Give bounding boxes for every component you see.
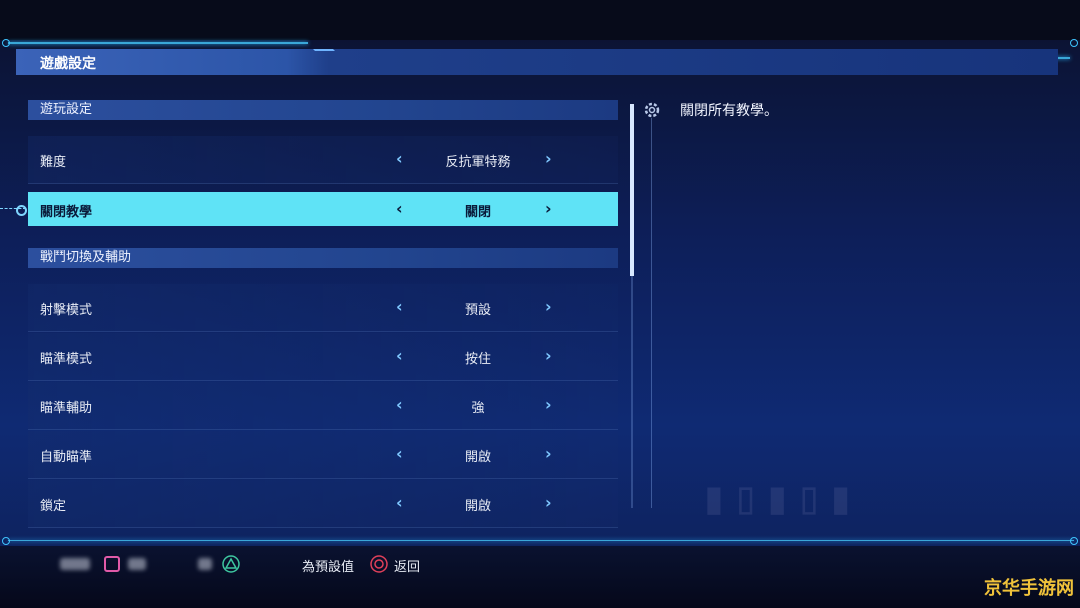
setting-row-auto-aim[interactable]: 自動瞄準 ‹ 開啟 › <box>28 431 618 479</box>
frame-line-top-left <box>8 42 308 44</box>
setting-row-disable-tutorial[interactable]: 關閉教學 ‹ 關閉 › <box>28 192 618 226</box>
arrow-left-icon[interactable]: ‹ <box>396 297 403 316</box>
description-divider <box>651 118 652 508</box>
setting-label: 自動瞄準 <box>40 450 93 465</box>
arrow-left-icon[interactable]: ‹ <box>396 444 403 463</box>
top-band <box>0 0 1080 40</box>
frame-dot-bottom-right <box>1070 537 1078 545</box>
blurred-hint <box>60 558 90 570</box>
frame-dot-top-right <box>1070 39 1078 47</box>
scrollbar-thumb[interactable] <box>630 104 634 276</box>
back-label[interactable]: 返回 <box>394 556 420 575</box>
arrow-right-icon[interactable]: › <box>545 149 552 168</box>
setting-label: 鎖定 <box>40 499 67 514</box>
arrow-right-icon[interactable]: › <box>545 444 552 463</box>
selection-dot <box>16 205 27 216</box>
blurred-hint <box>128 558 146 570</box>
arrow-right-icon[interactable]: › <box>545 493 552 512</box>
arrow-right-icon[interactable]: › <box>545 346 552 365</box>
setting-value: 開啟 <box>464 450 491 465</box>
reset-default-label[interactable]: 為預設值 <box>302 556 354 575</box>
setting-row-fire-mode[interactable]: 射擊模式 ‹ 預設 › <box>28 284 618 332</box>
setting-label: 瞄準輔助 <box>40 401 93 416</box>
circle-button-icon[interactable] <box>370 555 388 573</box>
blurred-hint <box>198 558 212 570</box>
frame-dot-bottom-left <box>2 537 10 545</box>
page-title: 遊戲設定 <box>40 56 96 72</box>
frame-dot-top-left <box>2 39 10 47</box>
title-bar <box>16 49 1058 75</box>
arrow-left-icon[interactable]: ‹ <box>396 346 403 365</box>
setting-value: 按住 <box>464 352 491 367</box>
setting-row-aim-mode[interactable]: 瞄準模式 ‹ 按住 › <box>28 333 618 381</box>
setting-value: 開啟 <box>464 499 491 514</box>
arrow-left-icon[interactable]: ‹ <box>396 395 403 414</box>
arrow-right-icon[interactable]: › <box>545 395 552 414</box>
arrow-left-icon[interactable]: ‹ <box>396 199 403 218</box>
setting-row-difficulty[interactable]: 難度 ‹ 反抗軍特務 › <box>28 136 618 184</box>
setting-label: 難度 <box>40 155 67 170</box>
section-header-gameplay: 遊玩設定 <box>28 100 618 120</box>
arrow-right-icon[interactable]: › <box>545 297 552 316</box>
setting-row-lock-on[interactable]: 鎖定 ‹ 開啟 › <box>28 480 618 528</box>
setting-row-aim-assist[interactable]: 瞄準輔助 ‹ 強 › <box>28 382 618 430</box>
setting-value: 反抗軍特務 <box>445 155 511 170</box>
setting-label: 瞄準模式 <box>40 352 93 367</box>
triangle-button-icon[interactable] <box>222 555 240 573</box>
setting-value: 預設 <box>464 303 491 318</box>
section-header-combat: 戰鬥切換及輔助 <box>28 248 618 268</box>
button-hints-bar: 為預設值 返回 <box>0 550 1080 578</box>
arrow-left-icon[interactable]: ‹ <box>396 493 403 512</box>
arrow-right-icon[interactable]: › <box>545 199 552 218</box>
setting-value: 關閉 <box>464 205 491 220</box>
description-text: 關閉所有教學。 <box>680 103 778 119</box>
frame-line-bottom <box>8 540 1074 541</box>
arrow-left-icon[interactable]: ‹ <box>396 149 403 168</box>
setting-label: 關閉教學 <box>40 205 93 220</box>
site-watermark-logo: 京华手游网 <box>984 578 1074 599</box>
gear-icon <box>644 102 660 118</box>
background-art: ▮▯▮▯▮ <box>700 470 859 524</box>
square-button-icon[interactable] <box>104 556 120 572</box>
setting-label: 射擊模式 <box>40 303 93 318</box>
setting-value: 強 <box>471 401 485 416</box>
